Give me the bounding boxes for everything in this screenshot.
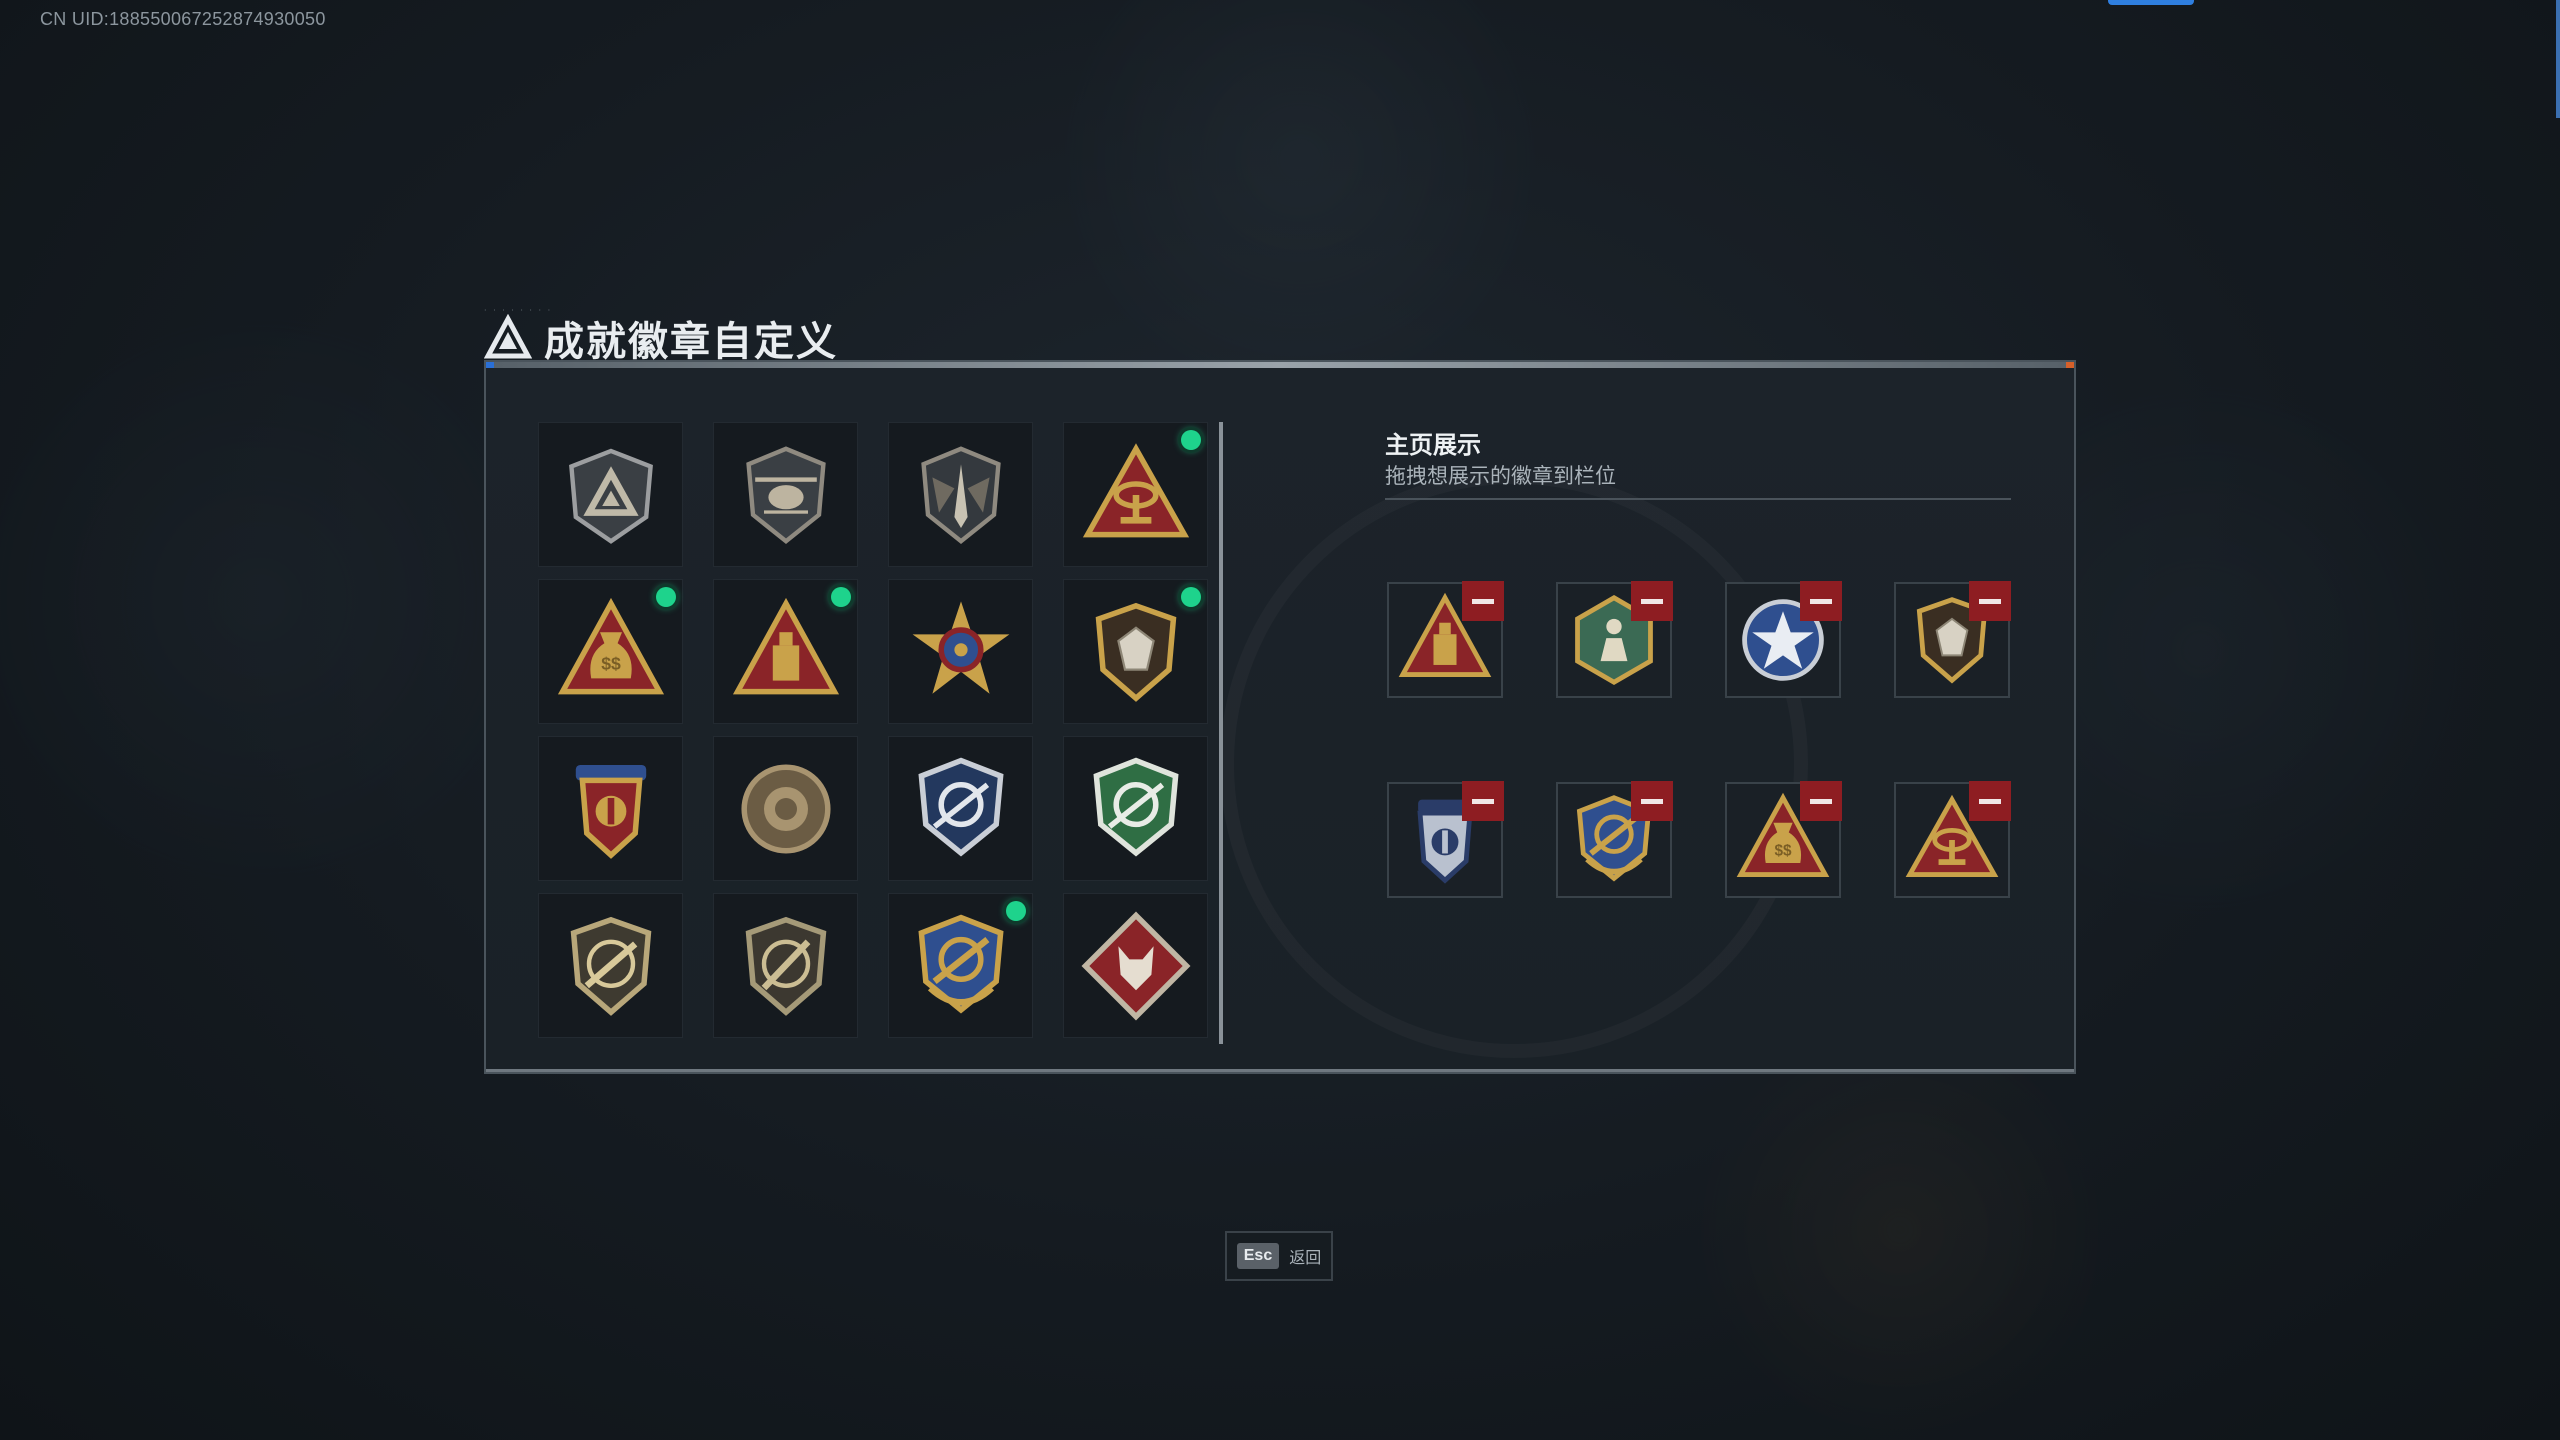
badge-grid: $$ (538, 422, 1208, 1038)
badge-cell[interactable] (888, 893, 1033, 1038)
minus-icon (1979, 798, 2001, 804)
svg-text:$$: $$ (601, 653, 621, 673)
minus-icon (1810, 798, 1832, 804)
emblem-round-badge-icon (740, 763, 831, 854)
badge-cell[interactable] (713, 579, 858, 724)
page-title-row: 成就徽章自定义 (484, 308, 838, 368)
rifle-shield-alt-badge-icon (745, 916, 826, 1016)
remove-badge-button[interactable] (1462, 581, 1504, 621)
remove-badge-button[interactable] (1969, 781, 2011, 821)
top-tab-indicator (2108, 0, 2194, 5)
uid-label: CN UID:188550067252874930050 (40, 9, 326, 29)
display-slot[interactable] (1556, 581, 1673, 698)
game-logo-icon (484, 314, 532, 359)
badge-cell[interactable] (888, 422, 1033, 567)
minus-icon (1979, 598, 2001, 604)
badge-grid-scrollbar[interactable] (1219, 422, 1223, 1044)
rifle-shield-badge-icon (570, 916, 651, 1016)
minus-icon (1641, 798, 1663, 804)
badge-cell[interactable] (713, 422, 858, 567)
display-slot[interactable]: $$ (1725, 781, 1842, 898)
new-badge-dot (1181, 430, 1201, 450)
minus-icon (1641, 598, 1663, 604)
wolf-diamond-badge-icon (1081, 911, 1190, 1020)
display-slot[interactable] (1387, 781, 1504, 898)
display-title: 主页展示 (1385, 431, 1481, 459)
badge-cell[interactable] (538, 736, 683, 881)
stars-crest-badge-icon (575, 764, 646, 859)
back-label: 返回 (1289, 1248, 1322, 1267)
shield-triangle-badge-icon (568, 448, 653, 544)
display-slots: $$ (1387, 581, 2011, 900)
badge-cell[interactable] (1063, 579, 1208, 724)
remove-badge-button[interactable] (1631, 581, 1673, 621)
gold-crosshair-badge-icon (917, 914, 1004, 1014)
remove-badge-button[interactable] (1800, 581, 1842, 621)
blue-crosshair-badge-icon (917, 757, 1004, 857)
new-badge-dot (1006, 901, 1026, 921)
badge-cell[interactable] (888, 736, 1033, 881)
radar-triangle-badge-icon (1082, 442, 1189, 537)
badge-cell[interactable] (538, 422, 683, 567)
remove-badge-button[interactable] (1462, 781, 1504, 821)
new-badge-dot (656, 587, 676, 607)
display-divider (1385, 498, 2011, 500)
money-bag-triangle-badge-icon: $$ (557, 597, 664, 694)
badge-cell[interactable] (1063, 736, 1208, 881)
badge-cell[interactable] (1063, 422, 1208, 567)
minus-icon (1810, 598, 1832, 604)
dagger-shield-badge-icon (920, 445, 1001, 544)
panel-top-bar (486, 362, 2074, 368)
page-title: 成就徽章自定义 (544, 319, 838, 365)
minus-icon (1472, 798, 1494, 804)
display-slot[interactable] (1725, 581, 1842, 698)
gem-shield-badge-icon (1095, 602, 1176, 702)
page-scrollbar[interactable] (2556, 0, 2560, 118)
display-subtitle: 拖拽想展示的徽章到栏位 (1385, 464, 1616, 488)
green-crosshair-badge-icon (1092, 757, 1179, 857)
star-burst-badge-icon (912, 600, 1009, 694)
display-slot[interactable] (1556, 781, 1673, 898)
helicopter-badge-icon (745, 445, 826, 544)
badge-cell[interactable] (713, 736, 858, 881)
display-slot[interactable] (1894, 781, 2011, 898)
remove-badge-button[interactable] (1969, 581, 2011, 621)
svg-text:$$: $$ (1774, 842, 1792, 859)
esc-key: Esc (1236, 1243, 1280, 1269)
new-badge-dot (1181, 587, 1201, 607)
remove-badge-button[interactable] (1631, 781, 1673, 821)
tower-triangle-badge-icon (732, 597, 839, 694)
panel-bottom-bar (486, 1069, 2074, 1072)
badge-cell[interactable] (1063, 893, 1208, 1038)
badge-cell[interactable] (713, 893, 858, 1038)
remove-badge-button[interactable] (1800, 781, 1842, 821)
badge-cell[interactable]: $$ (538, 579, 683, 724)
badge-cell[interactable] (538, 893, 683, 1038)
badge-cell[interactable] (888, 579, 1033, 724)
back-button[interactable]: Esc 返回 (1225, 1231, 1333, 1281)
display-slot[interactable] (1894, 581, 2011, 698)
minus-icon (1472, 598, 1494, 604)
new-badge-dot (831, 587, 851, 607)
display-slot[interactable] (1387, 581, 1504, 698)
